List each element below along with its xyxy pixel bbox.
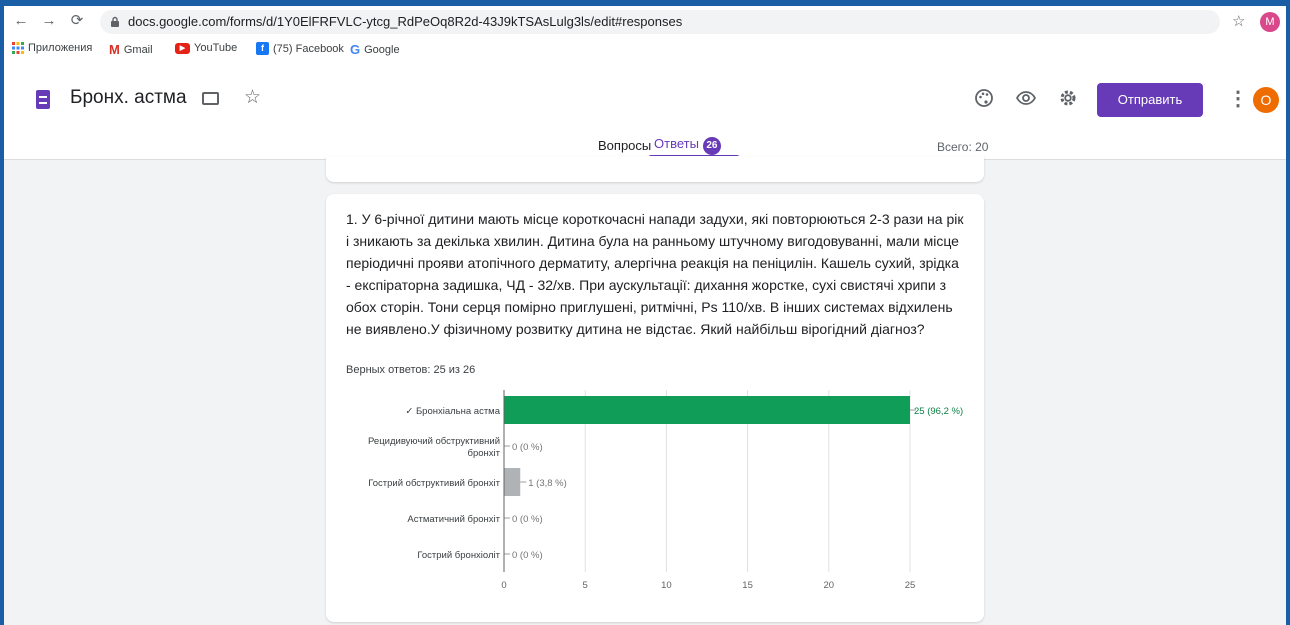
x-tick-label: 10 [661, 580, 672, 591]
responses-count-badge: 26 [702, 137, 721, 155]
back-arrow-icon[interactable]: ← [12, 12, 30, 30]
forms-doc-icon[interactable] [36, 90, 50, 109]
category-label: Гострий обструктивий бронхіт [368, 478, 500, 489]
question-card: 1. У 6-річної дитини мають місце коротко… [326, 194, 984, 622]
browser-window: ← → ⟳ docs.google.com/forms/d/1Y0ElFRFVL… [4, 6, 1286, 625]
x-tick-label: 25 [905, 580, 916, 591]
previous-card [326, 156, 984, 182]
tab-questions[interactable]: Вопросы [598, 138, 651, 153]
browser-profile-avatar[interactable]: M [1260, 12, 1280, 32]
url-text[interactable]: docs.google.com/forms/d/1Y0ElFRFVLC-ytcg… [128, 14, 682, 29]
bar [504, 396, 910, 424]
settings-gear-icon[interactable] [1058, 88, 1078, 108]
bookmark-label: (75) Facebook [273, 42, 344, 55]
bookmark-facebook[interactable]: f (75) Facebook [256, 42, 344, 55]
x-tick-label: 15 [742, 580, 753, 591]
data-label: 0 (0 %) [512, 514, 543, 525]
form-title[interactable]: Бронх. астма [70, 87, 187, 109]
bookmark-star-icon[interactable]: ☆ [1232, 12, 1245, 30]
x-tick-label: 5 [583, 580, 588, 591]
bookmark-gmail[interactable]: M Gmail [109, 42, 153, 57]
category-label: ✓ Бронхіальна астма [405, 406, 500, 417]
lock-icon [111, 16, 119, 27]
x-tick-label: 0 [501, 580, 506, 591]
bookmark-label: Gmail [123, 43, 153, 56]
category-label: Гострий бронхіоліт [417, 550, 500, 561]
data-label: 25 (96,2 %) [914, 406, 963, 417]
gmail-icon: M [109, 42, 120, 57]
send-button[interactable]: Отправить [1097, 83, 1203, 117]
star-icon[interactable]: ☆ [244, 86, 261, 109]
bookmark-google[interactable]: G Google [350, 42, 400, 57]
palette-icon[interactable] [974, 88, 994, 108]
youtube-icon: ▶ [175, 42, 190, 54]
tab-responses[interactable]: Ответы 26 [654, 136, 721, 155]
account-avatar[interactable]: O [1253, 87, 1279, 113]
correct-answers-count: Верных ответов: 25 из 26 [346, 364, 476, 376]
x-tick-label: 20 [824, 580, 835, 591]
forms-header: Бронх. астма ☆ Отправить ⋮ O Вопросы Отв… [4, 62, 1286, 160]
category-label: Рецидивуючий обструктивний [368, 436, 500, 447]
apps-grid-icon [12, 42, 24, 54]
data-label: 0 (0 %) [512, 442, 543, 453]
preview-eye-icon[interactable] [1016, 88, 1036, 108]
google-icon: G [350, 42, 361, 57]
omnibox[interactable]: docs.google.com/forms/d/1Y0ElFRFVLC-ytcg… [100, 10, 1220, 34]
question-text: 1. У 6-річної дитини мають місце коротко… [346, 211, 964, 337]
bookmark-label: YouTube [194, 42, 238, 54]
bookmark-apps[interactable]: Приложения [12, 42, 92, 54]
category-label: Астматичний бронхіт [407, 514, 500, 525]
total-points: Всего: 20 [937, 140, 989, 154]
responses-bar-chart: 25 (96,2 %) ✓ Бронхіальна астма 0 (0 %) Рец… [368, 390, 963, 591]
facebook-icon: f [256, 42, 269, 55]
more-vert-icon[interactable]: ⋮ [1228, 86, 1248, 111]
bar [504, 468, 521, 496]
address-bar-row: ← → ⟳ docs.google.com/forms/d/1Y0ElFRFVL… [4, 6, 1286, 38]
bookmark-label: Приложения [28, 42, 93, 54]
data-label: 0 (0 %) [512, 550, 543, 561]
tab-responses-label: Ответы [654, 136, 699, 151]
bookmark-youtube[interactable]: ▶ YouTube [175, 42, 237, 54]
data-label: 1 (3,8 %) [528, 478, 567, 489]
reload-icon[interactable]: ⟳ [68, 12, 86, 30]
category-label: бронхіт [468, 448, 501, 459]
forward-arrow-icon[interactable]: → [40, 12, 58, 30]
folder-icon[interactable] [202, 92, 219, 105]
bookmarks-bar: Приложения M Gmail ▶ YouTube f (75) Face… [4, 38, 1286, 63]
bookmark-label: Google [364, 43, 400, 56]
